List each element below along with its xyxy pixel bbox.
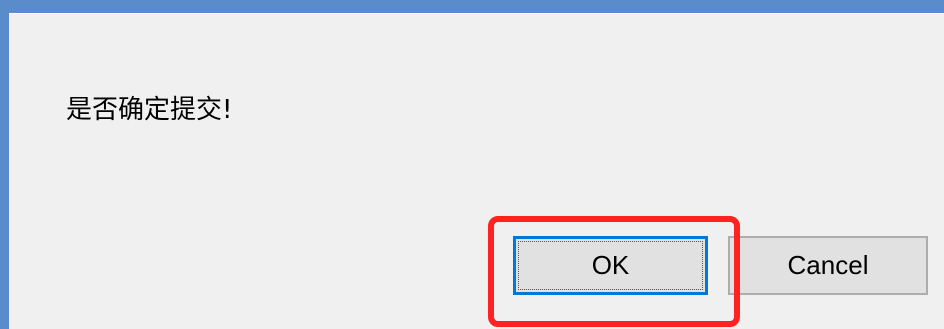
ok-button[interactable]: OK — [513, 236, 708, 295]
message-dialog: 是否确定提交! OK Cancel — [0, 0, 944, 329]
ok-button-label: OK — [518, 241, 703, 290]
dialog-message: 是否确定提交! — [66, 95, 233, 125]
cancel-button[interactable]: Cancel — [728, 236, 928, 295]
